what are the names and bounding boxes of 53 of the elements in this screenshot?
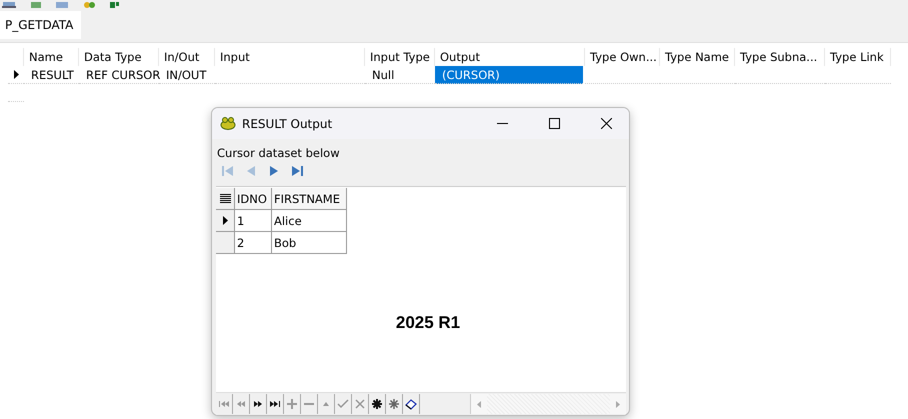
column-header[interactable]: Type Link — [825, 48, 891, 66]
eraser-icon — [405, 398, 417, 410]
toolbar-icon[interactable] — [82, 2, 96, 8]
column-header[interactable]: Type Name — [660, 48, 735, 66]
table-cell[interactable]: IN/OUT — [159, 66, 215, 84]
previous-icon — [245, 165, 257, 177]
table-cell: Alice — [272, 210, 347, 232]
row-indicator-icon — [222, 216, 228, 225]
caption-label: Cursor dataset below — [217, 146, 341, 160]
version-text: 2025 R1 — [396, 313, 460, 333]
close-icon[interactable] — [600, 118, 612, 129]
table-cell[interactable]: (CURSOR) — [435, 66, 583, 84]
column-header[interactable]: Type Own... — [585, 48, 660, 66]
first-icon — [218, 398, 230, 410]
navigator-button[interactable] — [267, 394, 284, 414]
maximize-icon[interactable] — [548, 118, 560, 129]
table-cell[interactable]: RESULT — [24, 66, 79, 84]
toolbar-icon[interactable] — [110, 2, 120, 8]
previous-icon — [235, 398, 247, 410]
row-indicator[interactable] — [216, 210, 235, 232]
navigator-button[interactable] — [369, 394, 386, 414]
tab[interactable]: P_GETDATA — [0, 11, 82, 39]
row-indicator-icon — [14, 70, 18, 79]
column-header[interactable]: Type Subna... — [735, 48, 825, 66]
last-icon — [291, 165, 303, 177]
column-header[interactable]: In/Out — [159, 48, 215, 66]
list-icon — [220, 194, 230, 203]
column-header[interactable]: Data Type — [79, 48, 159, 66]
first-icon — [222, 165, 234, 177]
next-icon — [252, 398, 264, 410]
column-header[interactable]: Name — [24, 48, 79, 66]
scroll-right-icon[interactable] — [616, 400, 620, 408]
table-cell: 1 — [235, 210, 272, 232]
plus-icon — [286, 398, 298, 410]
toolbar-icon[interactable] — [2, 2, 16, 8]
navigator-button[interactable] — [403, 394, 420, 414]
asterisk-icon — [371, 398, 383, 410]
cross-icon — [354, 398, 366, 410]
check-icon — [337, 398, 349, 410]
window-title: RESULT Output — [242, 116, 334, 130]
frog-icon — [220, 117, 236, 130]
column-header[interactable]: FIRSTNAME — [272, 188, 347, 210]
table-cell: Bob — [272, 232, 347, 254]
table-cell: 2 — [235, 232, 272, 254]
column-header[interactable]: IDNO — [235, 188, 272, 210]
column-header[interactable]: Input — [215, 48, 365, 66]
last-icon — [269, 398, 281, 410]
table-cell[interactable]: REF CURSOR — [79, 66, 159, 84]
asterisk-icon — [388, 398, 400, 410]
next-icon — [268, 165, 280, 177]
horizontal-scrollbar[interactable] — [470, 394, 626, 414]
scroll-left-icon[interactable] — [477, 400, 481, 408]
column-header[interactable]: Input Type — [365, 48, 435, 66]
